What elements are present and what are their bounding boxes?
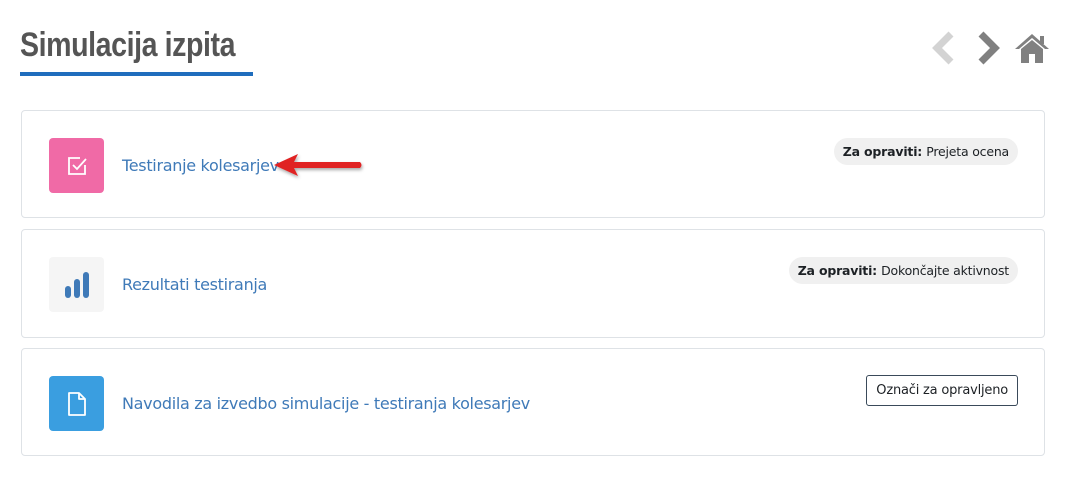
navigation-icons (926, 30, 1050, 66)
page-title: Simulacija izpita (20, 26, 236, 64)
activity-item: Testiranje kolesarjev Za opraviti: Preje… (21, 110, 1045, 218)
activity-link[interactable]: Testiranje kolesarjev (122, 156, 279, 175)
document-icon (49, 376, 104, 431)
completion-label: Za opraviti: (797, 263, 882, 278)
activity-link[interactable]: Navodila za izvedbo simulacije - testira… (122, 394, 530, 413)
title-underline (20, 72, 253, 76)
home-icon[interactable] (1014, 30, 1050, 66)
annotation-arrow-icon (274, 154, 362, 176)
page-header: Simulacija izpita (20, 22, 1050, 82)
bar-chart-icon (49, 257, 104, 312)
chevron-right-icon[interactable] (970, 30, 1006, 66)
activity-item: Rezultati testiranja Za opraviti: Dokonč… (21, 229, 1045, 338)
completion-value: Dokončajte aktivnost (881, 263, 1009, 278)
completion-value: Prejeta ocena (926, 144, 1009, 159)
completion-badge: Za opraviti: Dokončajte aktivnost (788, 257, 1018, 284)
quiz-checkbox-icon (49, 138, 104, 193)
completion-badge: Za opraviti: Prejeta ocena (833, 138, 1018, 165)
activity-item: Navodila za izvedbo simulacije - testira… (21, 348, 1045, 456)
activity-link[interactable]: Rezultati testiranja (122, 275, 267, 294)
chevron-left-icon[interactable] (926, 30, 962, 66)
mark-done-button[interactable]: Označi za opravljeno (866, 375, 1018, 406)
completion-label: Za opraviti: (842, 144, 927, 159)
